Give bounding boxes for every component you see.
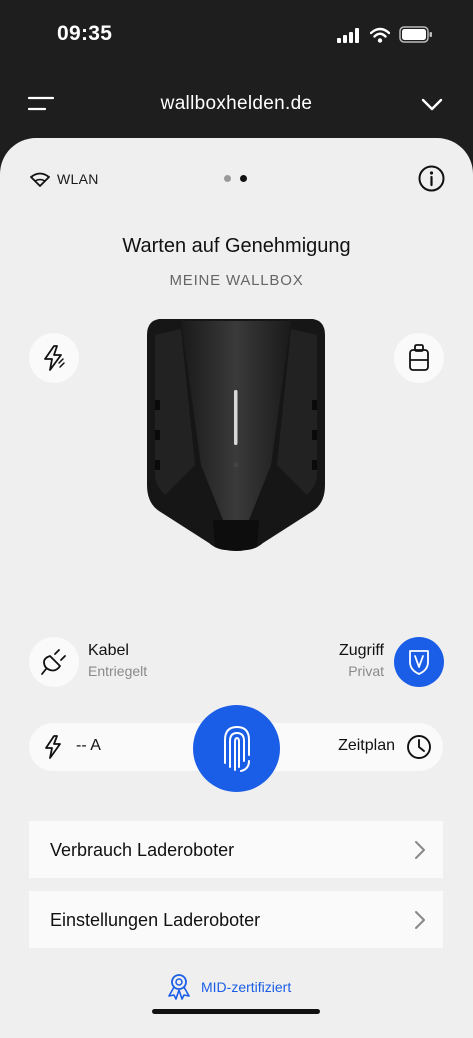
status-time: 09:35 <box>57 22 113 45</box>
menu-row-consumption-label: Verbrauch Laderoboter <box>50 840 235 860</box>
fingerprint-icon <box>224 725 250 772</box>
mid-certified-link[interactable]: MID-zertifiziert <box>201 979 291 995</box>
wallbox-status: Warten auf Genehmigung <box>122 235 351 257</box>
plug-unlocked-icon <box>41 649 66 675</box>
cellular-signal-icon <box>337 28 359 43</box>
charge-mode-button[interactable] <box>29 333 79 383</box>
cable-title: Kabel <box>88 642 129 659</box>
connection-label: WLAN <box>57 171 99 187</box>
home-indicator <box>152 1009 320 1014</box>
clock-icon[interactable] <box>406 734 432 760</box>
pager-dot-active[interactable] <box>240 175 247 182</box>
schedule-label[interactable]: Zeitplan <box>338 737 395 755</box>
status-bar: 09:35 <box>0 0 473 70</box>
lightning-icon <box>44 345 65 371</box>
chevron-right-icon <box>415 841 425 859</box>
pager-dot[interactable] <box>224 175 231 182</box>
authorize-fingerprint-button[interactable] <box>193 705 280 792</box>
battery-icon <box>399 26 432 43</box>
info-icon[interactable] <box>418 165 445 192</box>
cable-state: Entriegelt <box>88 663 148 679</box>
wifi-icon <box>30 172 50 187</box>
menu-row-settings-label: Einstellungen Laderoboter <box>50 910 261 930</box>
access-state: Privat <box>348 663 384 679</box>
charge-current: -- A <box>76 737 101 754</box>
shield-icon <box>409 650 429 675</box>
site-title[interactable]: wallboxhelden.de <box>0 93 473 115</box>
wifi-icon <box>370 27 390 43</box>
chevron-right-icon <box>415 911 425 929</box>
wallbox-device-icon <box>409 344 429 371</box>
access-button[interactable] <box>394 637 444 687</box>
wallbox-name: MEINE WALLBOX <box>169 272 304 289</box>
certificate-badge-icon <box>168 974 190 1000</box>
lightning-icon <box>45 735 61 759</box>
device-button[interactable] <box>394 333 444 383</box>
access-title: Zugriff <box>338 642 384 659</box>
wallbox-image <box>147 319 325 551</box>
cable-button[interactable] <box>29 637 79 687</box>
